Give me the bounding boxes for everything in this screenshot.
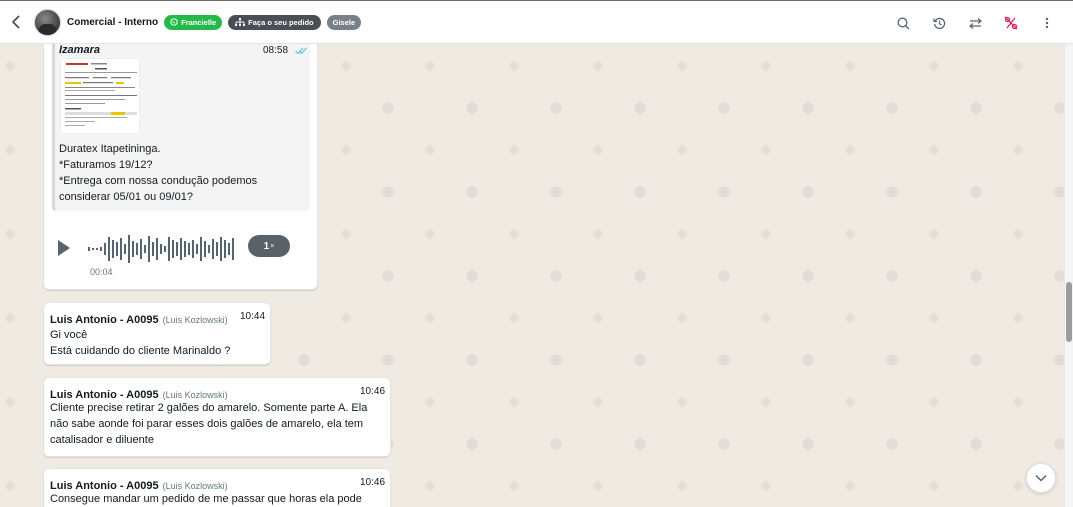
chevron-down-icon xyxy=(1035,474,1047,482)
voice-duration: 00:04 xyxy=(90,267,113,277)
sender-sub: (Luis Kozlowski) xyxy=(162,390,228,400)
scrollbar-thumb[interactable] xyxy=(1066,282,1072,342)
read-ticks-icon xyxy=(295,47,307,55)
quoted-line: *Faturamos 19/12? xyxy=(59,159,153,171)
speed-suffix: × xyxy=(270,242,275,250)
document-thumbnail[interactable] xyxy=(60,58,140,134)
tag-faca-pedido[interactable]: Faça o seu pedido xyxy=(228,14,321,30)
scroll-down-button[interactable] xyxy=(1026,463,1056,493)
message-line: Cliente precise retirar 2 galões do amar… xyxy=(50,402,368,414)
tag-gisele[interactable]: Gisele xyxy=(326,14,362,30)
quoted-line: *Entrega com nossa condução podemos xyxy=(59,175,258,187)
message-bubble-voice[interactable]: Izamara 08:58 Duratex Itapetininga. *Fat… xyxy=(43,44,318,290)
tag-francielle[interactable]: Francielle xyxy=(164,14,223,30)
sender-sub: (Luis Kozlowski) xyxy=(162,315,228,325)
quoted-line: considerar 05/01 ou 09/01? xyxy=(59,191,193,203)
message-header: Luis Antonio - A0095 (Luis Kozlowski) xyxy=(50,310,228,328)
message-time: 10:44 xyxy=(240,311,266,322)
history-icon[interactable] xyxy=(929,13,949,33)
chat-header: Comercial - Interno Francielle Faça o se… xyxy=(0,0,1073,44)
quoted-message[interactable]: Izamara 08:58 Duratex Itapetininga. *Fat… xyxy=(52,44,310,211)
tag-label: Faça o seu pedido xyxy=(248,17,314,27)
search-icon[interactable] xyxy=(893,13,913,33)
message-text: Consegue mandar um pedido de me passar q… xyxy=(50,491,388,507)
playback-speed-button[interactable]: 1 × xyxy=(248,235,290,257)
message-bubble[interactable]: Luis Antonio - A0095 (Luis Kozlowski) 10:… xyxy=(43,302,271,365)
whatsapp-icon xyxy=(170,18,178,26)
tag-label: Gisele xyxy=(332,17,356,27)
speed-value: 1 xyxy=(263,240,270,252)
sender-sub: (Luis Kozlowski) xyxy=(162,481,228,491)
scrollbar-track[interactable] xyxy=(1064,44,1073,507)
waveform[interactable] xyxy=(88,232,240,266)
percent-off-icon[interactable] xyxy=(1001,13,1021,33)
message-bubble[interactable]: Luis Antonio - A0095 (Luis Kozlowski) 10:… xyxy=(43,377,391,457)
message-line: catalisador e diluente xyxy=(50,434,154,446)
back-icon[interactable] xyxy=(2,0,30,44)
message-text: Gi você Está cuidando do cliente Marinal… xyxy=(50,327,230,359)
message-text: Cliente precise retirar 2 galões do amar… xyxy=(50,400,388,448)
chat-title[interactable]: Comercial - Interno xyxy=(67,17,158,28)
message-line: Consegue mandar um pedido de me passar q… xyxy=(50,493,362,505)
sender-name: Luis Antonio - A0095 xyxy=(50,314,159,326)
message-time: 10:46 xyxy=(360,386,386,397)
transfer-icon[interactable] xyxy=(965,13,985,33)
quoted-time: 08:58 xyxy=(263,45,289,56)
more-vert-icon[interactable] xyxy=(1037,13,1057,33)
message-time: 10:46 xyxy=(360,477,386,488)
voice-message: 1 × 00:04 xyxy=(54,232,294,282)
quoted-line: Duratex Itapetininga. xyxy=(59,143,161,155)
play-icon[interactable] xyxy=(58,240,70,256)
message-line: Está cuidando do cliente Marinaldo ? xyxy=(50,345,231,357)
avatar[interactable] xyxy=(34,8,61,36)
message-line: Gi você xyxy=(50,329,88,341)
chat-area[interactable]: Izamara 08:58 Duratex Itapetininga. *Fat… xyxy=(0,44,1064,507)
quoted-text: Duratex Itapetininga. *Faturamos 19/12? … xyxy=(59,141,309,205)
sitemap-icon xyxy=(235,17,246,26)
quoted-sender: Izamara xyxy=(59,44,100,56)
message-bubble[interactable]: Luis Antonio - A0095 (Luis Kozlowski) 10:… xyxy=(43,468,391,507)
message-line: não sabe aonde foi parar esses dois galõ… xyxy=(50,418,364,430)
tag-label: Francielle xyxy=(181,17,217,27)
